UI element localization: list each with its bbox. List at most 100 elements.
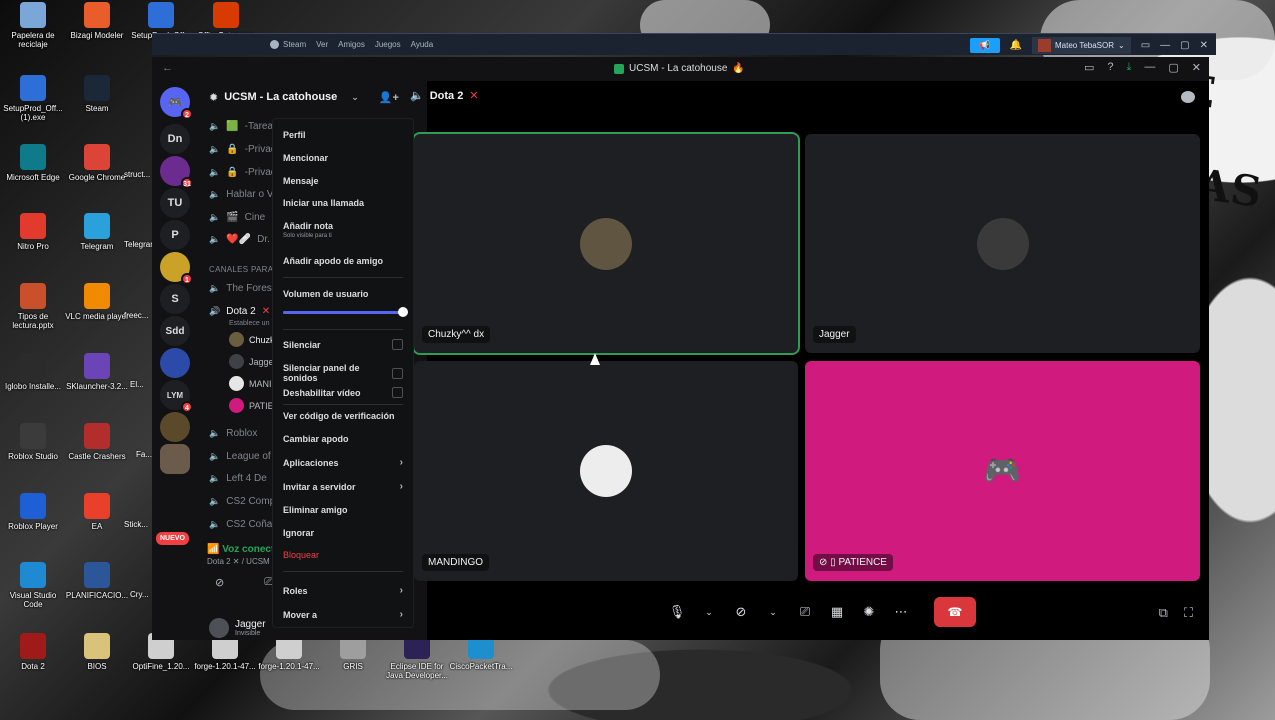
voice-member[interactable]: Jagge bbox=[229, 354, 274, 369]
video-tile[interactable]: Jagger bbox=[805, 134, 1200, 353]
desktop-icon[interactable]: Google Chrome bbox=[64, 144, 130, 182]
steam-user-menu[interactable]: Mateo TebaSOR ⌄ bbox=[1032, 37, 1131, 54]
desktop-icon-label[interactable]: struct... bbox=[124, 170, 150, 179]
voice-member[interactable]: Chuzk bbox=[229, 332, 275, 347]
server-tu[interactable]: TU bbox=[160, 188, 190, 218]
menu-item-roles[interactable]: Roles › bbox=[283, 585, 403, 596]
desktop-icon[interactable]: Visual Studio Code bbox=[0, 562, 66, 609]
server-brown[interactable] bbox=[160, 412, 190, 442]
desktop-icon[interactable]: Bizagi Modeler bbox=[64, 2, 130, 40]
avatar[interactable] bbox=[209, 618, 229, 638]
server-s[interactable]: S bbox=[160, 284, 190, 314]
category-header[interactable]: CANALES PARA bbox=[209, 265, 273, 274]
server-blue[interactable] bbox=[160, 348, 190, 378]
voice-channel-item[interactable]: 🔈 The Fores bbox=[209, 283, 272, 294]
download-icon[interactable]: ⤓ bbox=[1127, 61, 1132, 74]
popout-icon[interactable]: ⧉ bbox=[1159, 605, 1168, 621]
voice-member[interactable]: PATIE bbox=[229, 398, 274, 413]
server-purple[interactable]: 31 bbox=[160, 156, 193, 189]
desktop-icon[interactable]: Nitro Pro bbox=[0, 213, 66, 251]
desktop-icon[interactable]: Eclipse IDE for Java Developer... bbox=[384, 633, 450, 680]
server-header[interactable]: ✹ UCSM - La catohouse ⌄ 👤+ bbox=[197, 81, 427, 113]
desktop-icon[interactable]: Papelera de reciclaje bbox=[0, 2, 66, 49]
channel-item[interactable]: 🔈 🟩 -Tarea bbox=[209, 121, 273, 132]
desktop-icon[interactable]: EA bbox=[64, 493, 130, 531]
slider-knob[interactable] bbox=[398, 307, 408, 317]
menu-item-block[interactable]: Bloquear bbox=[283, 550, 403, 560]
help-icon[interactable]: ? bbox=[1107, 61, 1113, 74]
checkbox[interactable] bbox=[392, 367, 403, 379]
desktop-icon-label[interactable]: El... bbox=[130, 380, 144, 389]
voice-channel-item[interactable]: 🔈 CS2 Comp bbox=[209, 496, 275, 507]
steam-bell-icon[interactable]: 🔔 bbox=[1010, 40, 1022, 51]
desktop-icon[interactable]: Iglobo Installe... bbox=[0, 353, 66, 391]
desktop-icon[interactable]: Dota 2 bbox=[0, 633, 66, 671]
video-tile[interactable]: Chuzky^^ dx bbox=[412, 132, 800, 355]
menu-item-friend-nickname[interactable]: Añadir apodo de amigo bbox=[283, 256, 403, 266]
channel-item[interactable]: 🔈 🔒 -Privad bbox=[209, 167, 276, 178]
checkbox[interactable] bbox=[392, 387, 403, 398]
hang-up-button[interactable]: ☎ bbox=[934, 597, 976, 627]
desktop-icon[interactable]: Telegram bbox=[64, 213, 130, 251]
video-tile[interactable]: 🎮 ⊘ ▯ PATIENCE bbox=[805, 361, 1200, 581]
back-arrow-icon[interactable]: ← bbox=[162, 62, 173, 74]
desktop-icon[interactable]: PLANIFICACIO... bbox=[64, 562, 130, 600]
steam-maximize-button[interactable]: ▢ bbox=[1180, 40, 1189, 51]
voice-channel-item[interactable]: 🔈 League of bbox=[209, 451, 271, 462]
menu-item-move-to[interactable]: Mover a › bbox=[283, 609, 403, 620]
fullscreen-icon[interactable]: ⛶ bbox=[1184, 605, 1193, 621]
share-screen-icon[interactable]: ⎚ bbox=[796, 604, 814, 620]
server-photo[interactable] bbox=[160, 444, 190, 474]
steam-view-icon[interactable]: ▭ bbox=[1141, 40, 1150, 51]
voice-channel-active[interactable]: 🔊 Dota 2 ✕ bbox=[209, 306, 270, 317]
desktop-icon[interactable]: VLC media player bbox=[64, 283, 130, 321]
channel-item[interactable]: 🔈 Hablar o V bbox=[209, 189, 273, 200]
steam-minimize-button[interactable]: — bbox=[1160, 40, 1170, 51]
menu-item-profile[interactable]: Perfil bbox=[283, 130, 403, 140]
server-dn[interactable]: Dn bbox=[160, 124, 190, 154]
voice-member[interactable]: MANI bbox=[229, 376, 272, 391]
inbox-icon[interactable]: ▭ bbox=[1084, 61, 1094, 74]
menu-item-add-note[interactable]: Añadir nota Solo visible para ti bbox=[283, 221, 403, 239]
desktop-icon[interactable]: Castle Crashers bbox=[64, 423, 130, 461]
channel-item[interactable]: 🔈 ❤️🩹 Dr. bbox=[209, 234, 270, 245]
steam-menu-juegos[interactable]: Juegos bbox=[375, 40, 401, 49]
desktop-icon[interactable]: Steam bbox=[64, 75, 130, 113]
desktop-icon-label[interactable]: Stick... bbox=[124, 520, 148, 529]
desktop-icon[interactable]: SKlauncher-3.2... bbox=[64, 353, 130, 391]
menu-item-mention[interactable]: Mencionar bbox=[283, 153, 403, 163]
channel-item[interactable]: 🔈 🔒 -Privad bbox=[209, 144, 276, 155]
user-volume-slider[interactable] bbox=[283, 307, 408, 317]
direct-messages-button[interactable]: 🎮 2 bbox=[160, 87, 193, 120]
activities-icon[interactable]: ▦ bbox=[828, 604, 846, 620]
menu-item-call[interactable]: Iniciar una llamada bbox=[283, 198, 403, 208]
desktop-icon[interactable]: Roblox Studio bbox=[0, 423, 66, 461]
steam-menu-ver[interactable]: Ver bbox=[316, 40, 328, 49]
microphone-icon[interactable]: 🎙 bbox=[668, 604, 686, 620]
steam-close-button[interactable]: ✕ bbox=[1200, 40, 1208, 51]
menu-item-mute-soundboard[interactable]: Silenciar panel de sonidos bbox=[283, 363, 403, 383]
desktop-icon-label[interactable]: freec... bbox=[124, 311, 148, 320]
desktop-icon[interactable]: BIOS bbox=[64, 633, 130, 671]
chevron-down-icon[interactable]: ⌄ bbox=[764, 607, 782, 618]
desktop-icon-label[interactable]: Cry... bbox=[130, 590, 149, 599]
menu-item-apps[interactable]: Aplicaciones › bbox=[283, 457, 403, 468]
menu-item-invite-server[interactable]: Invitar a servidor › bbox=[283, 481, 403, 492]
chat-bubble-icon[interactable] bbox=[1181, 91, 1195, 103]
steam-menu-steam[interactable]: Steam bbox=[283, 40, 306, 49]
server-lym[interactable]: LYM 4 bbox=[160, 380, 193, 413]
camera-off-icon[interactable]: ⊘ bbox=[732, 604, 750, 620]
chevron-down-icon[interactable]: ⌄ bbox=[700, 607, 718, 618]
desktop-icon[interactable]: Roblox Player bbox=[0, 493, 66, 531]
menu-item-verification-code[interactable]: Ver código de verificación bbox=[283, 411, 403, 421]
steam-announce-button[interactable]: 📢 bbox=[969, 38, 1000, 53]
menu-item-ignore[interactable]: Ignorar bbox=[283, 528, 403, 538]
desktop-icon-label[interactable]: Fa... bbox=[136, 450, 152, 459]
minimize-button[interactable]: — bbox=[1144, 61, 1155, 74]
nuevo-badge[interactable]: NUEVO bbox=[156, 532, 189, 545]
voice-channel-item[interactable]: 🔈 Left 4 De bbox=[209, 473, 267, 484]
video-tile[interactable]: MANDINGO bbox=[414, 361, 798, 581]
server-sdd[interactable]: Sdd bbox=[160, 316, 190, 346]
checkbox[interactable] bbox=[392, 339, 403, 350]
menu-item-mute[interactable]: Silenciar bbox=[283, 339, 403, 350]
